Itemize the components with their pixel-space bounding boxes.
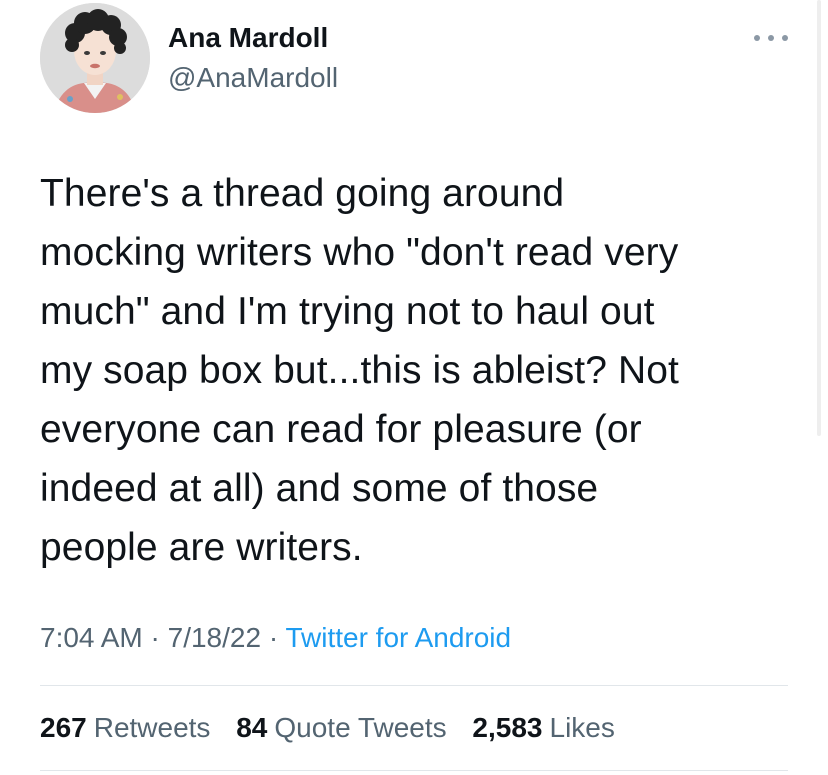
divider [40,685,788,686]
tweet-meta: 7:04 AM · 7/18/22 · Twitter for Android [40,618,511,658]
separator: · [268,622,279,653]
quote-tweets-count: 84 [236,712,268,743]
more-horizontal-icon [754,35,760,41]
author-name[interactable]: Ana Mardoll [168,20,328,56]
tweet-text: There's a thread going around mocking wr… [40,172,679,569]
quote-tweets-label: Quote Tweets [274,712,447,743]
tweet-time[interactable]: 7:04 AM [40,622,143,653]
author-handle[interactable]: @AnaMardoll [168,60,338,96]
avatar-illustration-icon [40,3,150,113]
scrollbar[interactable] [817,0,821,436]
divider [40,770,788,771]
tweet-source-link[interactable]: Twitter for Android [285,622,511,653]
likes-label: Likes [549,712,615,743]
retweets-stat[interactable]: 267 Retweets [40,712,210,743]
more-options-button[interactable] [754,30,788,46]
retweets-label: Retweets [93,712,211,743]
retweets-count: 267 [40,712,87,743]
likes-count: 2,583 [472,712,543,743]
avatar[interactable] [40,3,150,113]
engagement-stats: 267 Retweets 84 Quote Tweets 2,583 Likes [40,708,633,748]
quote-tweets-stat[interactable]: 84 Quote Tweets [236,712,446,743]
tweet: Ana Mardoll @AnaMardoll There's a thread… [0,0,828,775]
tweet-date[interactable]: 7/18/22 [168,622,261,653]
likes-stat[interactable]: 2,583 Likes [472,712,614,743]
separator: · [150,622,160,653]
